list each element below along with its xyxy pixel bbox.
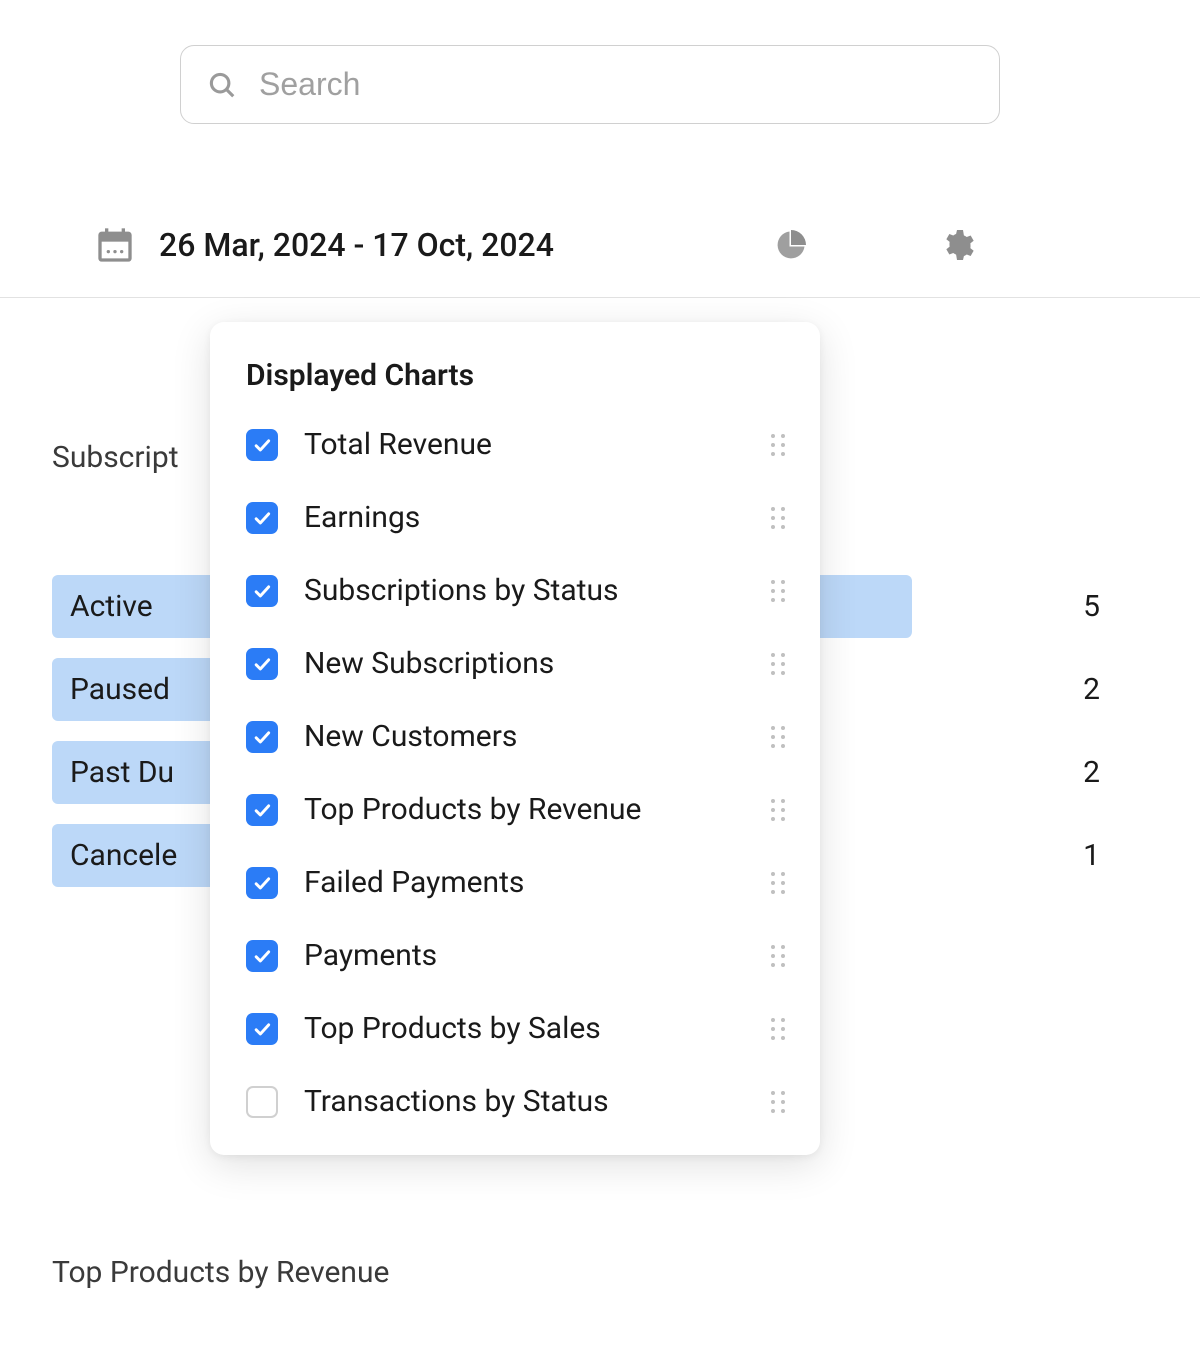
chart-option-row: Top Products by Sales bbox=[246, 1011, 790, 1046]
chart-option-row: New Customers bbox=[246, 719, 790, 754]
chart-option-label[interactable]: Total Revenue bbox=[304, 427, 766, 462]
calendar-icon bbox=[95, 225, 135, 265]
drag-handle-icon[interactable] bbox=[766, 940, 790, 972]
search-icon bbox=[207, 70, 237, 100]
drag-handle-icon[interactable] bbox=[766, 1013, 790, 1045]
chart-option-label[interactable]: Subscriptions by Status bbox=[304, 573, 766, 608]
chart-toggle-icon[interactable] bbox=[773, 227, 809, 263]
chart-option-label[interactable]: New Subscriptions bbox=[304, 646, 766, 681]
chart-option-checkbox[interactable] bbox=[246, 867, 278, 899]
chart-option-row: Payments bbox=[246, 938, 790, 973]
popover-title: Displayed Charts bbox=[246, 358, 790, 393]
bar-value: 2 bbox=[1050, 755, 1100, 790]
chart-option-checkbox[interactable] bbox=[246, 1086, 278, 1118]
drag-handle-icon[interactable] bbox=[766, 867, 790, 899]
drag-handle-icon[interactable] bbox=[766, 794, 790, 826]
chart-option-label[interactable]: New Customers bbox=[304, 719, 766, 754]
chart-option-checkbox[interactable] bbox=[246, 648, 278, 680]
chart-option-label[interactable]: Earnings bbox=[304, 500, 766, 535]
drag-handle-icon[interactable] bbox=[766, 648, 790, 680]
chart-option-checkbox[interactable] bbox=[246, 429, 278, 461]
displayed-charts-popover: Displayed Charts Total Revenue Earnings Su… bbox=[210, 322, 820, 1155]
chart-option-row: New Subscriptions bbox=[246, 646, 790, 681]
chart-option-checkbox[interactable] bbox=[246, 575, 278, 607]
bar-value: 2 bbox=[1050, 672, 1100, 707]
chart-option-row: Subscriptions by Status bbox=[246, 573, 790, 608]
drag-handle-icon[interactable] bbox=[766, 502, 790, 534]
bottom-section-title: Top Products by Revenue bbox=[52, 1255, 389, 1290]
chart-option-checkbox[interactable] bbox=[246, 502, 278, 534]
chart-option-row: Top Products by Revenue bbox=[246, 792, 790, 827]
drag-handle-icon[interactable] bbox=[766, 721, 790, 753]
bar-value: 1 bbox=[1050, 838, 1100, 873]
chart-option-checkbox[interactable] bbox=[246, 721, 278, 753]
drag-handle-icon[interactable] bbox=[766, 429, 790, 461]
chart-option-row: Total Revenue bbox=[246, 427, 790, 462]
chart-option-row: Earnings bbox=[246, 500, 790, 535]
chart-option-checkbox[interactable] bbox=[246, 1013, 278, 1045]
search-input[interactable] bbox=[259, 66, 973, 103]
bar-label: Cancele bbox=[52, 824, 224, 887]
chart-option-row: Transactions by Status bbox=[246, 1084, 790, 1119]
date-range-picker[interactable]: 26 Mar, 2024 - 17 Oct, 2024 bbox=[159, 226, 554, 264]
toolbar: 26 Mar, 2024 - 17 Oct, 2024 bbox=[0, 225, 1200, 298]
chart-option-label[interactable]: Payments bbox=[304, 938, 766, 973]
chart-option-label[interactable]: Top Products by Sales bbox=[304, 1011, 766, 1046]
chart-option-label[interactable]: Transactions by Status bbox=[304, 1084, 766, 1119]
drag-handle-icon[interactable] bbox=[766, 575, 790, 607]
settings-icon[interactable] bbox=[939, 227, 975, 263]
bar-value: 5 bbox=[1050, 589, 1100, 624]
chart-option-checkbox[interactable] bbox=[246, 940, 278, 972]
search-field[interactable] bbox=[180, 45, 1000, 124]
chart-option-label[interactable]: Failed Payments bbox=[304, 865, 766, 900]
chart-option-label[interactable]: Top Products by Revenue bbox=[304, 792, 766, 827]
drag-handle-icon[interactable] bbox=[766, 1086, 790, 1118]
chart-option-row: Failed Payments bbox=[246, 865, 790, 900]
chart-option-checkbox[interactable] bbox=[246, 794, 278, 826]
